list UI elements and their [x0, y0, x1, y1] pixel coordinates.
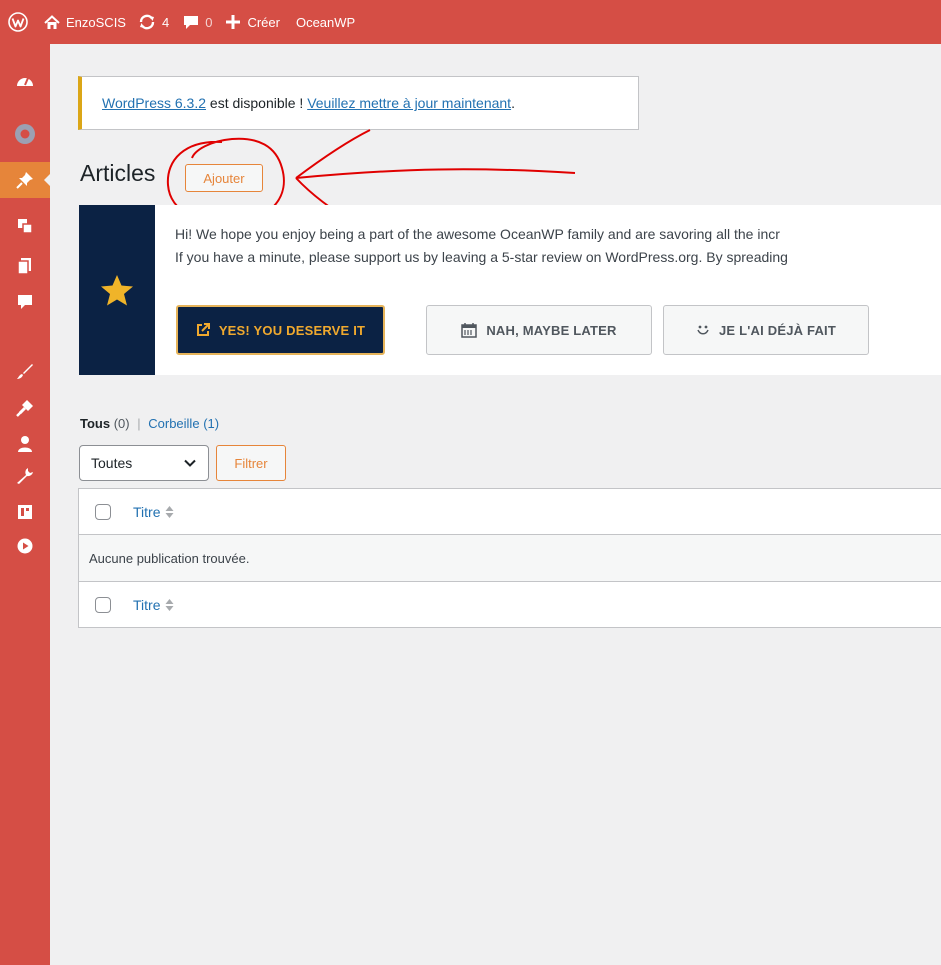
external-link-icon [196, 323, 210, 337]
dashboard-icon [17, 77, 33, 86]
review-later-label: NAH, MAYBE LATER [486, 322, 617, 338]
review-star-panel [79, 205, 155, 375]
menu-dashboard[interactable] [0, 62, 50, 98]
page-title: Articles [80, 160, 156, 186]
update-now-link[interactable]: Veuillez mettre à jour maintenant [307, 95, 511, 111]
play-icon [17, 538, 33, 554]
comment-bubble-icon [184, 16, 199, 29]
view-trash-label: Corbeille [148, 416, 200, 431]
view-trash[interactable]: Corbeille (1) [148, 416, 219, 431]
wordpress-logo-icon [8, 12, 28, 32]
menu-pages[interactable] [0, 248, 50, 284]
wordpress-version-link[interactable]: WordPress 6.3.2 [102, 95, 206, 111]
pages-icon [17, 258, 31, 275]
sort-arrows-icon [165, 598, 174, 612]
menu-appearance[interactable] [0, 354, 50, 390]
table-footer-row: Titre [79, 581, 941, 627]
view-all-label: Tous [80, 416, 111, 431]
updates-link[interactable]: 4 [136, 0, 179, 44]
site-name: EnzoSCIS [66, 14, 126, 30]
plugins-icon [16, 400, 33, 417]
comments-icon [18, 295, 32, 309]
menu-tools[interactable] [0, 458, 50, 494]
select-all-checkbox[interactable] [95, 503, 111, 520]
title-column-sort-footer[interactable]: Titre [133, 597, 174, 613]
menu-comments[interactable] [0, 284, 50, 320]
menu-video[interactable] [0, 528, 50, 564]
sort-arrows-icon [165, 505, 174, 519]
review-done-label: JE L'AI DÉJÀ FAIT [718, 322, 836, 338]
site-name-link[interactable]: EnzoSCIS [40, 0, 136, 44]
table-header-row: Titre [79, 489, 941, 535]
smile-icon [696, 324, 710, 336]
add-new-post-button[interactable]: Ajouter [185, 164, 263, 192]
admin-bar: EnzoSCIS 4 0 Créer OceanWP [0, 0, 941, 44]
posts-table: Titre Aucune publication trouvée. Titre [78, 488, 941, 628]
tools-icon [17, 468, 33, 484]
filter-button[interactable]: Filtrer [216, 445, 286, 481]
updates-count: 4 [161, 14, 170, 30]
new-content-label: Créer [247, 14, 280, 30]
menu-media[interactable] [0, 208, 50, 244]
no-items-row: Aucune publication trouvée. [79, 535, 941, 581]
comments-count: 0 [205, 14, 213, 30]
views-separator: | [137, 416, 141, 431]
menu-oceanwp[interactable] [0, 116, 50, 152]
review-yes-button[interactable]: YES! YOU DESERVE IT [176, 305, 385, 355]
new-content-link[interactable]: Créer [222, 0, 290, 44]
oceanwp-label: OceanWP [295, 14, 356, 30]
review-later-button[interactable]: NAH, MAYBE LATER [426, 305, 652, 355]
review-line-1: Hi! We hope you enjoy being a part of th… [175, 226, 780, 242]
annotation-circle-arrow [166, 129, 576, 225]
appearance-icon [17, 364, 33, 379]
menu-posts[interactable] [0, 162, 50, 198]
menu-settings[interactable] [0, 494, 50, 530]
users-icon [18, 436, 32, 452]
calendar-icon [461, 322, 478, 338]
home-icon [44, 14, 60, 29]
chevron-down-icon [184, 459, 196, 467]
review-notice: Hi! We hope you enjoy being a part of th… [79, 205, 941, 375]
notice-end: . [511, 95, 515, 111]
post-status-views: Tous (0) | Corbeille (1) [80, 416, 219, 431]
media-icon [18, 219, 33, 234]
menu-plugins[interactable] [0, 390, 50, 426]
review-done-button[interactable]: JE L'AI DÉJÀ FAIT [663, 305, 869, 355]
review-line-2: If you have a minute, please support us … [175, 249, 788, 265]
date-filter-value: Toutes [91, 455, 133, 471]
oceanwp-menu-link[interactable]: OceanWP [290, 0, 361, 44]
settings-icon [18, 505, 32, 519]
review-yes-label: YES! YOU DESERVE IT [218, 322, 366, 338]
no-items-message: Aucune publication trouvée. [89, 550, 250, 566]
wordpress-logo-button[interactable] [0, 0, 40, 44]
pin-icon [16, 172, 33, 189]
admin-menu [0, 44, 50, 965]
plus-icon [226, 15, 241, 29]
view-all-count: (0) [113, 416, 130, 431]
select-all-checkbox-footer[interactable] [95, 596, 111, 613]
oceanwp-icon [15, 124, 35, 144]
updates-icon [139, 14, 155, 30]
title-column-sort[interactable]: Titre [133, 504, 174, 520]
menu-users[interactable] [0, 426, 50, 462]
review-message: Hi! We hope you enjoy being a part of th… [175, 223, 941, 269]
update-notice: WordPress 6.3.2 est disponible ! Veuille… [78, 76, 639, 130]
view-all[interactable]: Tous (0) [80, 416, 130, 431]
star-icon [101, 274, 133, 305]
notice-text: est disponible ! [206, 95, 308, 111]
comments-link[interactable]: 0 [179, 0, 222, 44]
title-column-label: Titre [133, 503, 161, 520]
date-filter-select[interactable]: Toutes [79, 445, 209, 481]
view-trash-count: (1) [203, 416, 220, 431]
title-column-label-footer: Titre [133, 596, 161, 613]
